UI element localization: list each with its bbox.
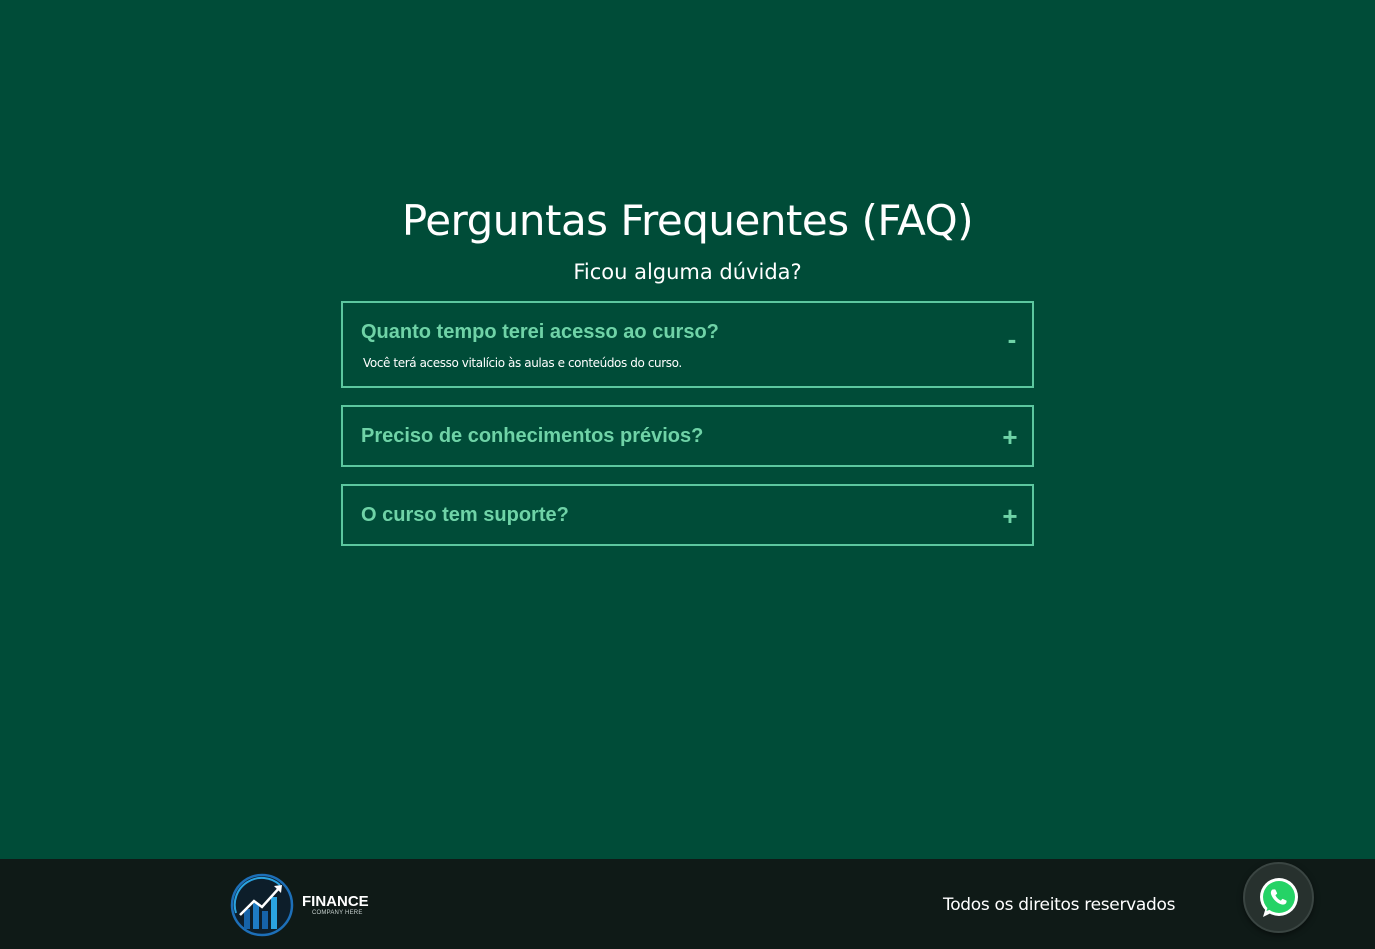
faq-question[interactable]: O curso tem suporte? [361,504,569,527]
page-subtitle: Ficou alguma dúvida? [573,260,802,284]
finance-logo-icon [230,873,294,937]
faq-section: Perguntas Frequentes (FAQ) Ficou alguma … [0,0,1375,859]
collapse-icon[interactable]: - [1002,326,1022,352]
logo-name: FINANCE [302,893,369,910]
faq-question[interactable]: Quanto tempo terei acesso ao curso? [361,321,719,344]
faq-answer: Você terá acesso vitalício às aulas e co… [363,356,682,370]
whatsapp-button[interactable] [1243,862,1314,933]
faq-item-access-duration[interactable]: Quanto tempo terei acesso ao curso? - Vo… [341,301,1034,388]
copyright-text: Todos os direitos reservados [943,895,1176,915]
expand-icon[interactable]: + [1000,424,1020,450]
page-title: Perguntas Frequentes (FAQ) [401,196,974,245]
faq-item-prior-knowledge[interactable]: Preciso de conhecimentos prévios? + [341,405,1034,467]
faq-item-support[interactable]: O curso tem suporte? + [341,484,1034,546]
faq-list: Quanto tempo terei acesso ao curso? - Vo… [341,301,1034,563]
company-logo[interactable]: FINANCE COMPANY HERE [230,873,380,937]
expand-icon[interactable]: + [1000,503,1020,529]
faq-question[interactable]: Preciso de conhecimentos prévios? [361,425,703,448]
logo-tagline: COMPANY HERE [312,910,363,916]
footer: FINANCE COMPANY HERE Todos os direitos r… [0,859,1375,949]
whatsapp-icon [1260,878,1298,917]
